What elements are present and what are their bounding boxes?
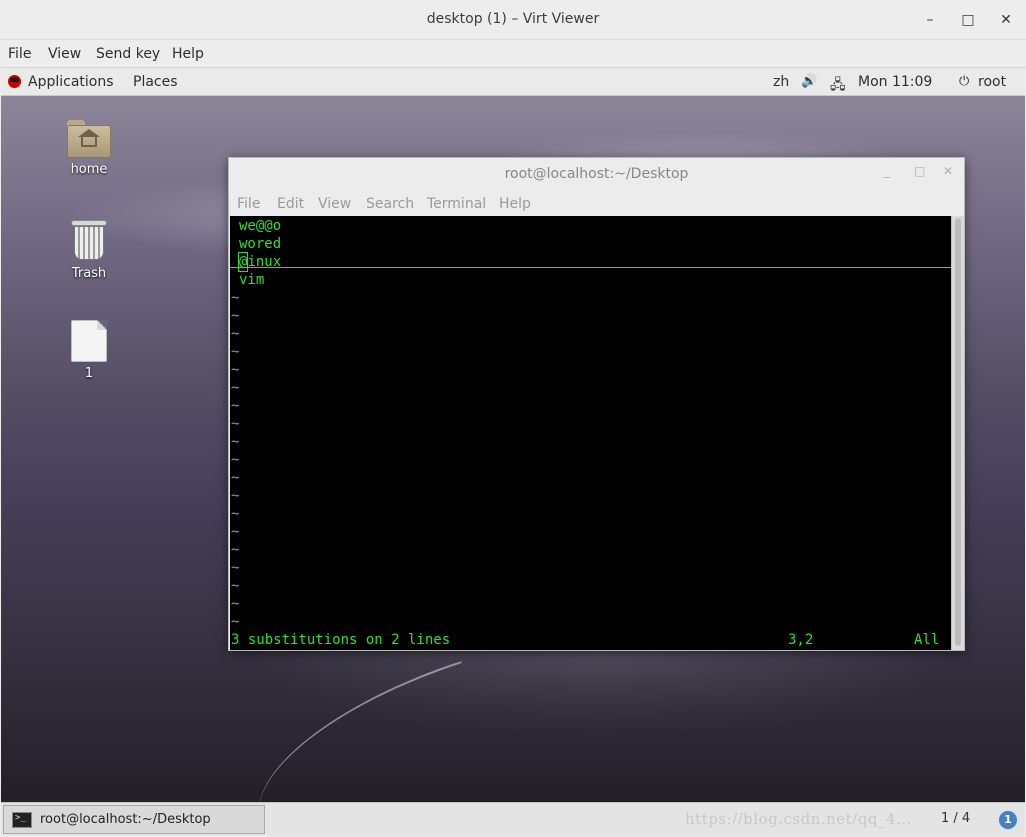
top-panel: Applications Places zh 🔊 🖧 Mon 11:09 ⏻ r… [1,68,1025,96]
terminal-menu-search[interactable]: Search [366,196,414,212]
terminal-menu-help[interactable]: Help [499,196,531,212]
tilde-marker: ~ [231,560,240,576]
desktop-icon-label: Trash [71,266,107,281]
desktop-icon-file-1[interactable]: 1 [49,320,129,381]
close-button[interactable]: ✕ [996,10,1016,30]
trash-icon [71,218,107,262]
tilde-marker: ~ [231,290,240,306]
tilde-marker: ~ [231,326,240,342]
tilde-marker: ~ [231,470,240,486]
tilde-marker: ~ [231,362,240,378]
tilde-marker: ~ [231,578,240,594]
network-icon[interactable]: 🖧 [830,74,846,98]
tilde-marker: ~ [231,488,240,504]
guest-screen[interactable]: Applications Places zh 🔊 🖧 Mon 11:09 ⏻ r… [1,68,1025,836]
terminal-title: root@localhost:~/Desktop [504,166,689,182]
desktop-icon-trash[interactable]: Trash [49,218,129,281]
workspace-indicator[interactable]: 1 / 4 [941,811,970,826]
tilde-marker: ~ [231,398,240,414]
terminal-close-button[interactable]: ✕ [943,164,953,178]
terminal-menu-view[interactable]: View [318,196,351,212]
vim-cursor-position: 3,2 [788,632,814,648]
menu-file[interactable]: File [8,46,31,62]
terminal-menu-file[interactable]: File [237,196,260,212]
tilde-marker: ~ [231,434,240,450]
home-folder-icon [67,120,111,158]
terminal-maximize-button[interactable]: □ [914,164,925,178]
terminal-scrollbar[interactable] [951,216,964,650]
tilde-marker: ~ [231,308,240,324]
vim-editor-pane[interactable]: we@@o wored @inux vim ~ ~ ~ ~ ~ ~ ~ ~ ~ ~ ~ ~ ~ ~ ~ ~ ~ ~… [230,216,951,650]
taskbar-item-terminal[interactable]: root@localhost:~/Desktop [3,805,265,834]
buffer-line: vim [239,272,265,288]
desktop-icon-label: 1 [84,366,94,381]
places-menu[interactable]: Places [133,74,178,90]
vim-scroll-indicator: All [914,632,940,648]
cursorline-underline [230,267,951,268]
terminal-menu-terminal[interactable]: Terminal [427,196,486,212]
volume-icon[interactable]: 🔊 [801,74,817,89]
menu-help[interactable]: Help [172,46,204,62]
menu-view[interactable]: View [48,46,81,62]
terminal-menu-edit[interactable]: Edit [277,196,304,212]
file-icon [71,320,107,362]
tilde-marker: ~ [231,416,240,432]
user-menu-label[interactable]: root [978,74,1006,90]
minimize-button[interactable]: – [920,10,940,30]
tilde-marker: ~ [231,506,240,522]
terminal-window[interactable]: root@localhost:~/Desktop _ □ ✕ File Edit… [228,157,965,651]
tilde-marker: ~ [231,614,240,630]
tilde-marker: ~ [231,542,240,558]
input-method-indicator[interactable]: zh [773,74,789,90]
scrollbar-thumb[interactable] [955,218,961,646]
applications-menu[interactable]: Applications [28,74,114,90]
watermark-text: https://blog.csdn.net/qq_4... [685,810,912,828]
terminal-icon [12,812,32,828]
viewer-menubar: File View Send key Help [0,40,1026,68]
menu-send-key[interactable]: Send key [96,46,160,62]
tilde-marker: ~ [231,380,240,396]
bottom-panel: root@localhost:~/Desktop https://blog.cs… [1,802,1025,836]
terminal-minimize-button[interactable]: _ [884,164,890,178]
buffer-line: we@@o [239,218,282,234]
vim-status-message: 3 substitutions on 2 lines [231,632,451,648]
viewer-title: desktop (1) – Virt Viewer [426,11,600,27]
redhat-logo-icon [8,75,21,88]
desktop-icon-home[interactable]: home [49,120,129,177]
user-menu-icon[interactable]: ⏻ [959,74,969,89]
tilde-marker: ~ [231,524,240,540]
buffer-line: wored [239,236,282,252]
clock[interactable]: Mon 11:09 [858,74,932,90]
notification-badge[interactable]: 1 [997,809,1019,831]
maximize-button[interactable]: □ [958,10,978,30]
desktop-icon-label: home [70,162,108,177]
tilde-marker: ~ [231,452,240,468]
tilde-marker: ~ [231,596,240,612]
buffer-line-current: @inux [237,252,281,272]
viewer-titlebar: desktop (1) – Virt Viewer – □ ✕ [0,0,1026,40]
tilde-marker: ~ [231,344,240,360]
taskbar-item-label: root@localhost:~/Desktop [40,812,211,827]
